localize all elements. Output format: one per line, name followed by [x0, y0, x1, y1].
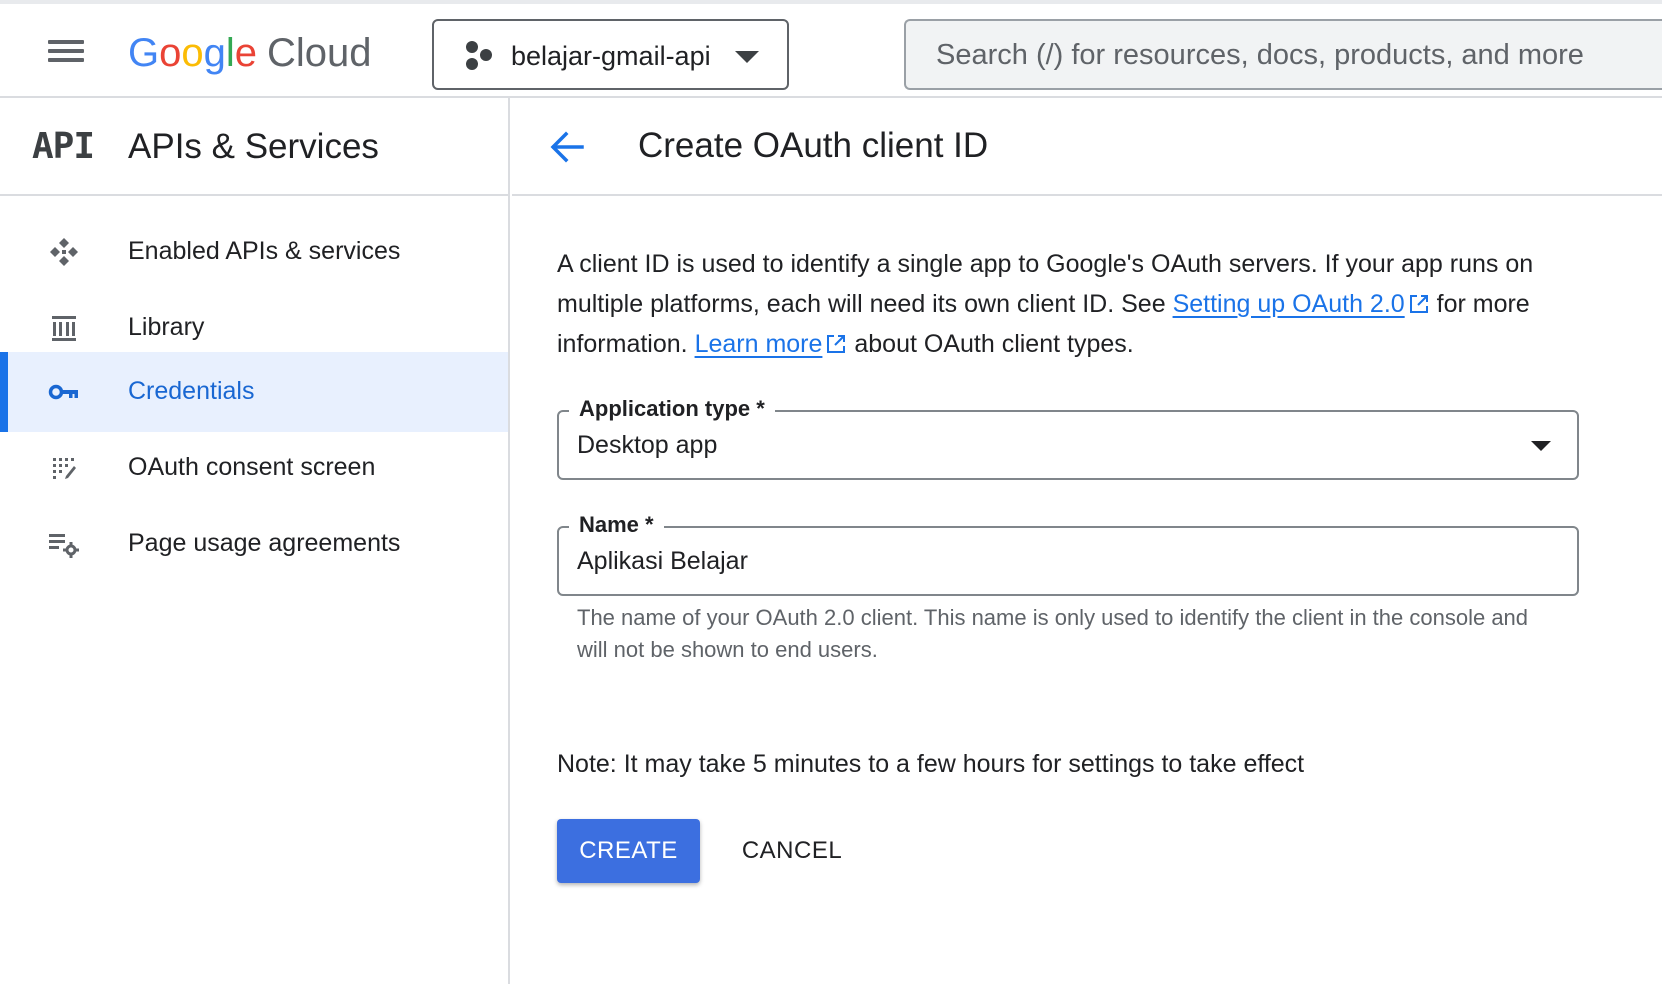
intro-text: A client ID is used to identify a single… — [557, 244, 1587, 364]
settings-list-icon — [49, 534, 79, 558]
sidebar-item-label: Page usage agreements — [128, 529, 401, 557]
create-button[interactable]: CREATE — [557, 819, 700, 883]
name-hint: The name of your OAuth 2.0 client. This … — [577, 605, 1529, 662]
consent-screen-icon — [53, 458, 76, 479]
project-icon — [462, 41, 494, 71]
settings-note: Note: It may take 5 minutes to a few hou… — [557, 750, 1305, 778]
menu-icon-line — [48, 49, 84, 53]
external-link-icon — [827, 335, 846, 353]
logo-product-name: Cloud — [267, 31, 372, 75]
application-type-select[interactable]: Application type * Desktop app — [557, 394, 1579, 480]
dropdown-arrow-icon — [1531, 441, 1551, 451]
name-input[interactable] — [577, 546, 1557, 576]
sidebar-header: API APIs & Services — [0, 98, 510, 196]
page-title: Create OAuth client ID — [638, 126, 989, 165]
sidebar-item-oauth-consent[interactable]: OAuth consent screen — [0, 428, 508, 508]
key-icon — [48, 384, 78, 400]
project-picker[interactable]: belajar-gmail-api — [432, 19, 789, 90]
logo-letter: o — [181, 31, 204, 75]
sidebar-item-page-usage[interactable]: Page usage agreements — [0, 504, 508, 584]
application-type-value: Desktop app — [577, 431, 718, 459]
menu-icon-line — [48, 40, 84, 44]
sidebar-item-label: Enabled APIs & services — [128, 237, 401, 265]
library-icon — [52, 316, 76, 341]
project-name: belajar-gmail-api — [511, 41, 711, 71]
sidebar-item-enabled-apis[interactable]: Enabled APIs & services — [0, 212, 508, 292]
sidebar-title: APIs & Services — [128, 127, 379, 166]
google-cloud-logo[interactable]: Google Cloud — [128, 30, 372, 76]
intro-text-part: about OAuth client types. — [847, 330, 1134, 358]
search-bar[interactable] — [904, 19, 1662, 90]
logo-letter: l — [225, 31, 235, 75]
logo-letter: e — [234, 31, 258, 75]
cancel-button[interactable]: CANCEL — [729, 819, 855, 883]
page-header: Create OAuth client ID — [512, 98, 1662, 196]
sidebar-item-label: Credentials — [128, 377, 255, 405]
top-bar: Google Cloud belajar-gmail-api — [0, 0, 1662, 98]
name-field[interactable]: Name * — [557, 510, 1579, 596]
setting-up-oauth-link[interactable]: Setting up OAuth 2.0 — [1173, 290, 1405, 318]
sidebar: API APIs & Services Enabled APIs & servi… — [0, 98, 510, 984]
application-type-label: Application type * — [569, 394, 775, 424]
sidebar-item-label: OAuth consent screen — [128, 453, 376, 481]
api-icon: API — [32, 126, 95, 167]
logo-letter: g — [203, 31, 226, 75]
learn-more-link[interactable]: Learn more — [695, 330, 823, 358]
logo-letter: o — [159, 31, 182, 75]
sidebar-item-credentials[interactable]: Credentials — [0, 352, 508, 432]
sidebar-item-label: Library — [128, 313, 205, 341]
menu-icon-line — [48, 58, 84, 62]
enabled-apis-icon — [50, 238, 78, 266]
main-menu-button[interactable] — [44, 36, 88, 72]
search-input[interactable] — [936, 35, 1656, 75]
caret-down-icon — [735, 51, 759, 63]
back-arrow-icon[interactable] — [546, 126, 588, 168]
external-link-icon — [1409, 295, 1428, 313]
logo-letter: G — [128, 31, 160, 75]
name-label: Name * — [569, 510, 664, 540]
